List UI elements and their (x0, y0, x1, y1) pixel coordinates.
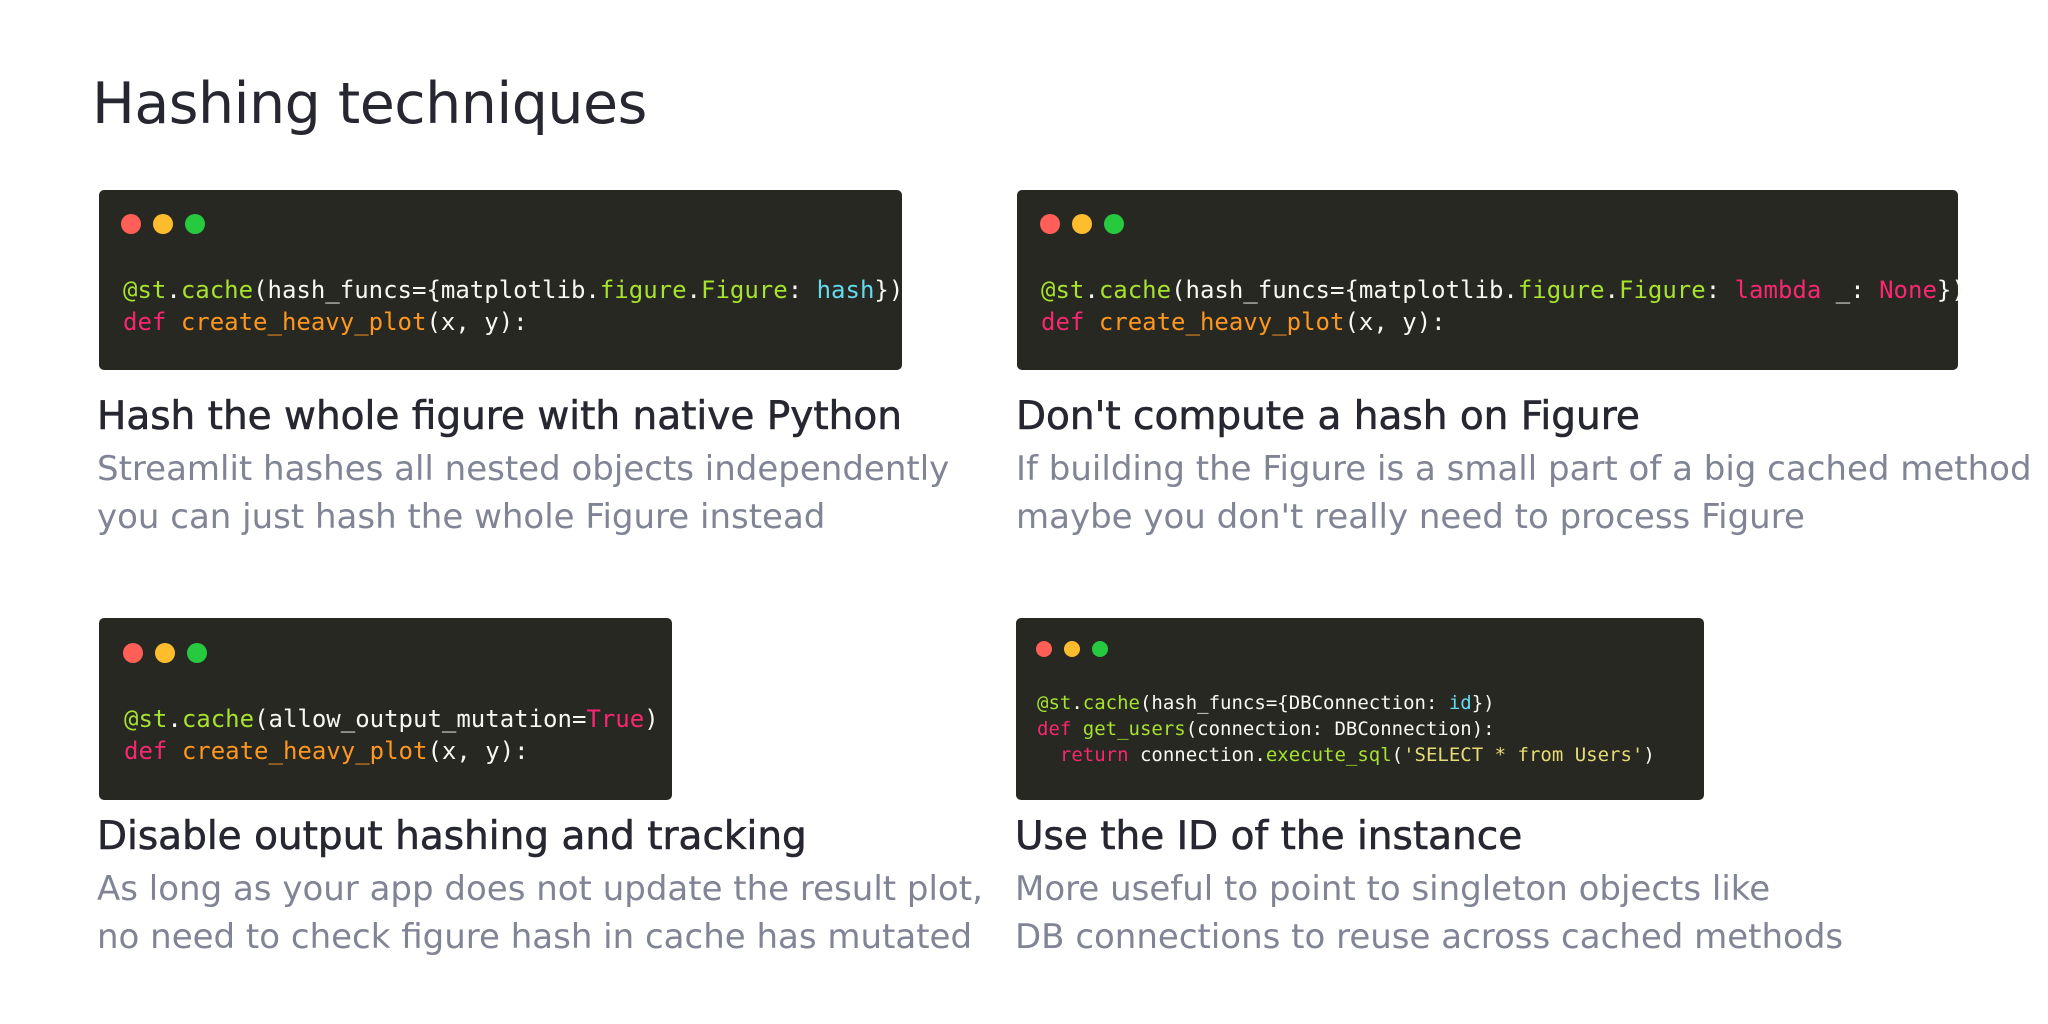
card-title: Hash the whole figure with native Python (97, 394, 903, 440)
close-dot-icon (123, 643, 143, 663)
card-title: Disable output hashing and tracking (97, 814, 807, 860)
card-description: no need to check figure hash in cache ha… (97, 917, 973, 957)
code-token: None (1879, 276, 1937, 304)
close-dot-icon (1040, 214, 1060, 234)
code-token: }) (1936, 276, 1966, 304)
card-description: As long as your app does not update the … (97, 869, 983, 909)
code-token: id (1448, 692, 1472, 714)
window-controls (1040, 214, 1124, 234)
card-description: you can just hash the whole Figure inste… (97, 497, 826, 537)
window-controls (1036, 641, 1108, 657)
card-title: Don't compute a hash on Figure (1016, 394, 1640, 440)
code-token: cache (180, 276, 254, 304)
code-token: create_heavy_plot (181, 737, 428, 765)
card-title: Use the ID of the instance (1015, 814, 1523, 860)
code-token: execute_sql (1265, 744, 1392, 766)
code-token: }) (874, 276, 904, 304)
code-snippet: @st.cache(hash_funcs={DBConnection: id})… (1037, 690, 1655, 768)
code-token: _: (1821, 276, 1880, 304)
code-snippet: @st.cache(hash_funcs={matplotlib.figure.… (123, 274, 903, 338)
minimize-dot-icon (1072, 214, 1092, 234)
code-token: (x, y): (427, 737, 529, 765)
code-token: ) (644, 705, 659, 733)
page-title: Hashing techniques (92, 71, 647, 137)
code-token: @st (124, 705, 168, 733)
code-token: lambda (1734, 276, 1822, 304)
close-dot-icon (121, 214, 141, 234)
code-token: get_users (1082, 718, 1186, 740)
card-description: DB connections to reuse across cached me… (1015, 917, 1844, 957)
maximize-dot-icon (1092, 641, 1108, 657)
code-token: (hash_funcs={matplotlib. (1171, 276, 1518, 304)
code-token: cache (1098, 276, 1172, 304)
maximize-dot-icon (187, 643, 207, 663)
code-token: def (124, 737, 168, 765)
minimize-dot-icon (155, 643, 175, 663)
code-token: return (1059, 744, 1129, 766)
code-token: Figure (1619, 276, 1706, 304)
code-token: figure (599, 276, 687, 304)
window-controls (121, 214, 205, 234)
window-controls (123, 643, 207, 663)
code-token: create_heavy_plot (180, 308, 427, 336)
code-token: create_heavy_plot (1098, 308, 1345, 336)
code-token: : (1705, 276, 1735, 304)
code-token: cache (181, 705, 255, 733)
code-window-4: @st.cache(hash_funcs={DBConnection: id})… (1016, 618, 1704, 800)
code-window-1: @st.cache(hash_funcs={matplotlib.figure.… (99, 190, 903, 370)
code-token: connection. (1128, 744, 1266, 766)
minimize-dot-icon (1064, 641, 1080, 657)
code-token: cache (1082, 692, 1140, 714)
code-token: (hash_funcs={matplotlib. (253, 276, 600, 304)
code-token: def (1037, 718, 1072, 740)
code-token: . (1604, 276, 1619, 304)
maximize-dot-icon (185, 214, 205, 234)
code-token: hash (816, 276, 875, 304)
code-token: (connection: DBConnection): (1185, 718, 1495, 740)
code-window-3: @st.cache(allow_output_mutation=True) de… (99, 618, 672, 800)
code-token: }) (1471, 692, 1495, 714)
card-description: More useful to point to singleton object… (1015, 869, 1771, 909)
code-snippet: @st.cache(hash_funcs={matplotlib.figure.… (1041, 274, 1966, 338)
code-token: @st (1041, 276, 1085, 304)
card-description: maybe you don't really need to process F… (1016, 497, 1805, 537)
code-token: . (686, 276, 701, 304)
close-dot-icon (1036, 641, 1052, 657)
code-snippet: @st.cache(allow_output_mutation=True) de… (124, 703, 659, 767)
code-token: . (1084, 276, 1099, 304)
code-token: @st (1037, 692, 1072, 714)
code-token: : (787, 276, 817, 304)
code-token: . (167, 705, 182, 733)
minimize-dot-icon (153, 214, 173, 234)
code-token: . (1071, 692, 1083, 714)
code-window-2: @st.cache(hash_funcs={matplotlib.figure.… (1017, 190, 1966, 370)
maximize-dot-icon (1104, 214, 1124, 234)
code-token: Figure (701, 276, 788, 304)
code-token: (x, y): (426, 308, 528, 336)
code-token: def (123, 308, 167, 336)
code-token: @st (123, 276, 167, 304)
code-token: (x, y): (1344, 308, 1446, 336)
code-token: (allow_output_mutation= (254, 705, 587, 733)
card-description: If building the Figure is a small part o… (1016, 449, 2032, 489)
code-token: True (586, 705, 645, 733)
code-token: def (1041, 308, 1085, 336)
code-token: ( (1391, 744, 1404, 766)
code-token: ) (1643, 744, 1655, 766)
code-token: 'SELECT * from Users' (1403, 744, 1644, 766)
code-token: (hash_funcs={DBConnection: (1139, 692, 1449, 714)
code-token: . (166, 276, 181, 304)
card-description: Streamlit hashes all nested objects inde… (97, 449, 950, 489)
code-token: figure (1517, 276, 1605, 304)
